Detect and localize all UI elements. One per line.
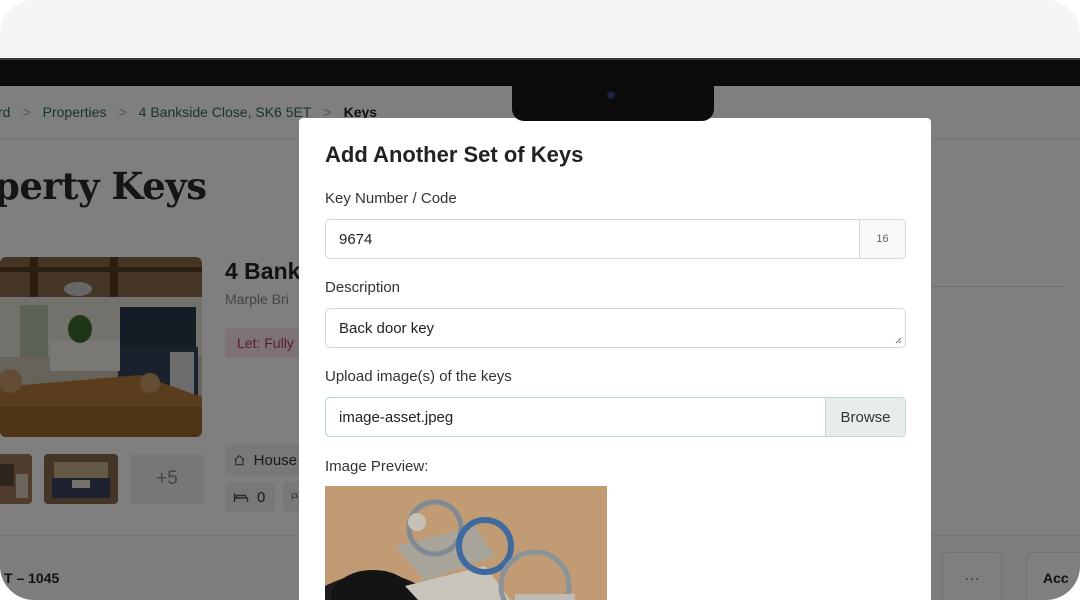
upload-label: Upload image(s) of the keys (325, 368, 512, 385)
device-frame: rd > Properties > 4 Bankside Close, SK6 … (0, 0, 1080, 600)
resize-handle-icon[interactable] (894, 336, 902, 344)
app-screen: rd > Properties > 4 Bankside Close, SK6 … (0, 86, 1080, 600)
image-preview-label: Image Preview: (325, 458, 429, 475)
keys-photo-image (325, 486, 607, 600)
modal-title: Add Another Set of Keys (325, 142, 584, 167)
add-keys-modal: Add Another Set of Keys Key Number / Cod… (299, 118, 931, 600)
character-counter: 16 (859, 220, 905, 258)
description-label: Description (325, 279, 401, 296)
browse-button[interactable]: Browse (825, 398, 905, 436)
image-preview (325, 486, 607, 600)
camera-icon (608, 92, 614, 98)
key-number-label: Key Number / Code (325, 190, 457, 207)
file-name-display[interactable]: image-asset.jpeg (326, 398, 825, 436)
description-field: Back door key (325, 308, 906, 348)
description-textarea[interactable]: Back door key (326, 309, 905, 347)
file-upload-group: image-asset.jpeg Browse (325, 397, 906, 437)
key-number-input[interactable]: 9674 (326, 220, 859, 258)
key-number-group: 9674 16 (325, 219, 906, 259)
camera-notch (512, 70, 714, 121)
